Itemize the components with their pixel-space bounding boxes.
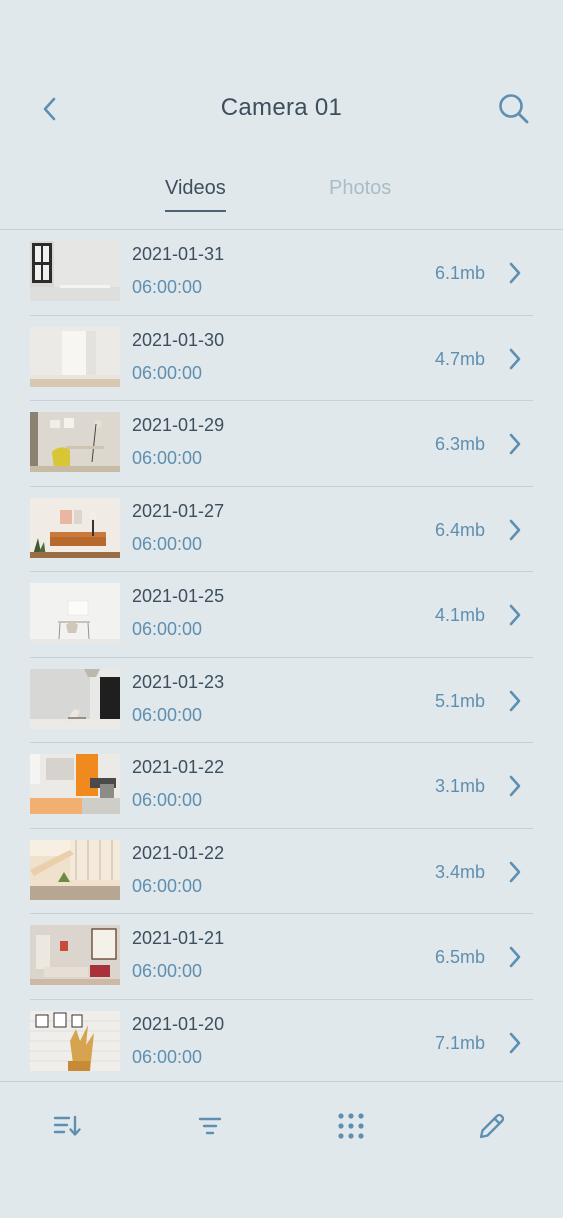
video-size: 7.1mb xyxy=(434,1032,485,1053)
filter-icon xyxy=(198,1117,222,1135)
video-thumbnail xyxy=(30,925,120,985)
video-thumbnail xyxy=(30,412,120,472)
video-time: 06:00:00 xyxy=(132,875,203,896)
video-date: 2021-01-23 xyxy=(132,671,225,692)
video-size: 3.1mb xyxy=(434,776,485,796)
video-time: 06:00:00 xyxy=(132,448,203,468)
video-date: 2021-01-20 xyxy=(132,1013,225,1034)
search-icon xyxy=(499,94,529,124)
video-thumbnail xyxy=(30,583,120,643)
video-size: 6.3mb xyxy=(434,434,485,454)
video-list: 2021-01-31 06:00:00 6.1mb 2021-01-30 06:00:0… xyxy=(0,230,563,1082)
video-time: 06:00:00 xyxy=(132,961,203,981)
chevron-right-icon xyxy=(509,861,521,882)
video-list-item[interactable]: 2021-01-27 06:00:00 6.4mb xyxy=(30,487,533,572)
video-date: 2021-01-22 xyxy=(132,757,225,777)
video-list-item[interactable]: 2021-01-21 06:00:00 6.5mb xyxy=(30,914,533,1000)
chevron-right-icon xyxy=(509,519,521,540)
video-size: 6.5mb xyxy=(434,947,485,967)
chevron-right-icon xyxy=(509,690,521,711)
video-thumbnail xyxy=(30,668,120,729)
chevron-right-icon xyxy=(509,262,521,284)
video-size: 5.1mb xyxy=(434,690,485,711)
video-time: 06:00:00 xyxy=(132,619,203,639)
video-size: 6.4mb xyxy=(434,519,485,540)
video-date: 2021-01-25 xyxy=(132,586,225,606)
video-list-item[interactable]: 2021-01-30 06:00:00 4.7mb xyxy=(30,316,533,401)
video-list-item[interactable]: 2021-01-31 06:00:00 6.1mb xyxy=(30,230,533,316)
video-time: 06:00:00 xyxy=(132,277,203,297)
header: Camera 01 xyxy=(0,80,563,140)
bottom-toolbar xyxy=(0,1082,563,1172)
video-list-item[interactable]: 2021-01-29 06:00:00 6.3mb xyxy=(30,401,533,487)
video-date: 2021-01-30 xyxy=(132,329,225,350)
video-size: 3.4mb xyxy=(434,861,485,882)
pencil-icon xyxy=(479,1113,505,1139)
grid-icon xyxy=(338,1113,364,1139)
video-time: 06:00:00 xyxy=(132,1046,203,1067)
video-time: 06:00:00 xyxy=(132,533,203,554)
tab-photos[interactable]: Photos xyxy=(329,177,391,210)
tab-bar: Videos Photos xyxy=(0,172,563,230)
video-date: 2021-01-29 xyxy=(132,415,225,435)
video-date: 2021-01-22 xyxy=(132,842,225,863)
video-list-item[interactable]: 2021-01-25 06:00:00 4.1mb xyxy=(30,572,533,658)
video-size: 4.1mb xyxy=(434,605,485,625)
grid-view-button[interactable] xyxy=(333,1108,369,1144)
video-date: 2021-01-31 xyxy=(132,244,225,264)
search-button[interactable] xyxy=(495,90,533,128)
video-thumbnail xyxy=(30,497,120,558)
video-list-item[interactable]: 2021-01-22 06:00:00 3.1mb xyxy=(30,743,533,829)
video-list-item[interactable]: 2021-01-20 06:00:00 7.1mb xyxy=(30,1000,533,1083)
chevron-right-icon xyxy=(509,433,521,455)
video-size: 4.7mb xyxy=(434,348,485,369)
video-size: 6.1mb xyxy=(434,263,485,283)
video-time: 06:00:00 xyxy=(132,362,203,383)
page-title: Camera 01 xyxy=(220,94,343,121)
video-date: 2021-01-21 xyxy=(132,928,225,948)
chevron-right-icon xyxy=(509,1032,521,1053)
chevron-right-icon xyxy=(509,604,521,626)
video-thumbnail xyxy=(30,839,120,900)
video-thumbnail xyxy=(30,326,120,387)
video-thumbnail xyxy=(30,1010,120,1071)
video-list-item[interactable]: 2021-01-23 06:00:00 5.1mb xyxy=(30,658,533,743)
filter-button[interactable] xyxy=(192,1108,228,1144)
chevron-right-icon xyxy=(509,775,521,797)
video-date: 2021-01-27 xyxy=(132,500,225,521)
chevron-right-icon xyxy=(509,348,521,369)
video-list-item[interactable]: 2021-01-22 06:00:00 3.4mb xyxy=(30,829,533,914)
video-time: 06:00:00 xyxy=(132,790,203,810)
chevron-right-icon xyxy=(509,946,521,968)
tab-videos[interactable]: Videos xyxy=(165,177,226,212)
video-time: 06:00:00 xyxy=(132,704,203,725)
sort-icon xyxy=(53,1115,81,1136)
video-thumbnail xyxy=(30,241,120,301)
video-thumbnail xyxy=(30,754,120,814)
edit-button[interactable] xyxy=(474,1108,510,1144)
sort-button[interactable] xyxy=(50,1108,86,1144)
